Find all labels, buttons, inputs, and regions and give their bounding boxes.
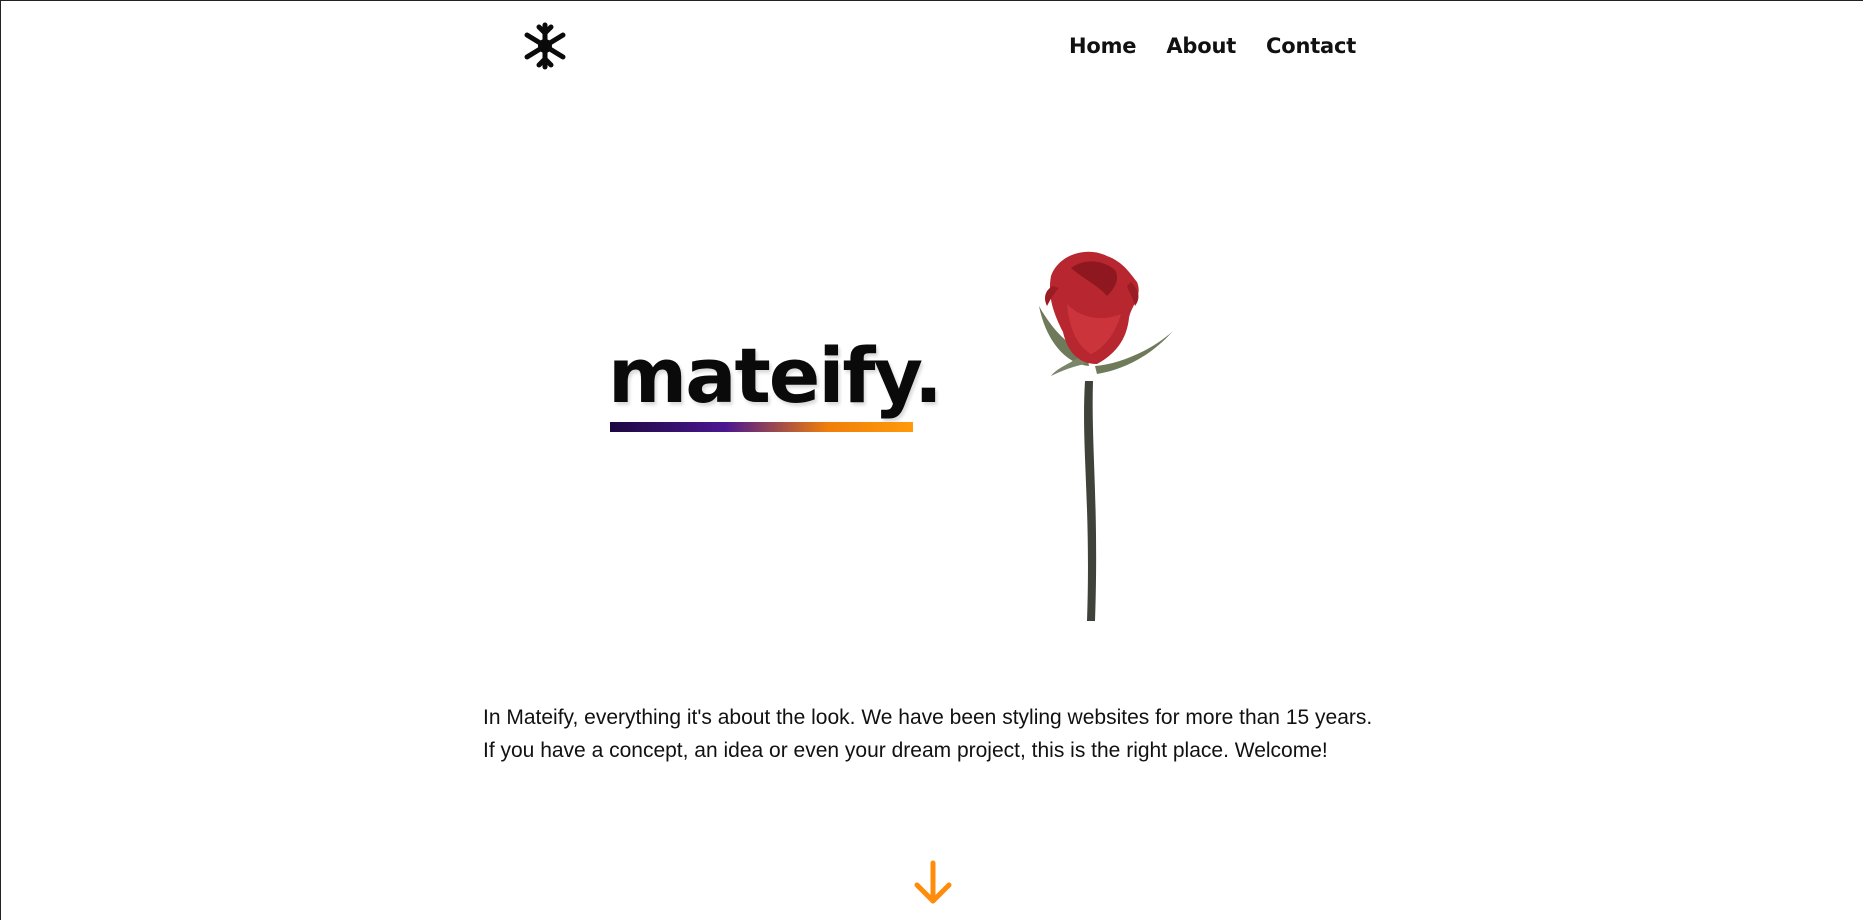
main-nav: Home About Contact xyxy=(1069,33,1356,59)
nav-about-link[interactable]: About xyxy=(1166,33,1236,59)
red-rose-image xyxy=(1039,251,1173,621)
arrow-down-icon[interactable] xyxy=(912,859,954,907)
intro-paragraph: In Mateify, everything it's about the lo… xyxy=(483,706,1373,762)
hero-title-underline xyxy=(610,422,913,432)
snowflake-icon[interactable] xyxy=(521,21,569,71)
hero-title: mateify. xyxy=(608,331,943,420)
nav-home-link[interactable]: Home xyxy=(1069,33,1137,59)
nav-contact-link[interactable]: Contact xyxy=(1266,33,1356,59)
